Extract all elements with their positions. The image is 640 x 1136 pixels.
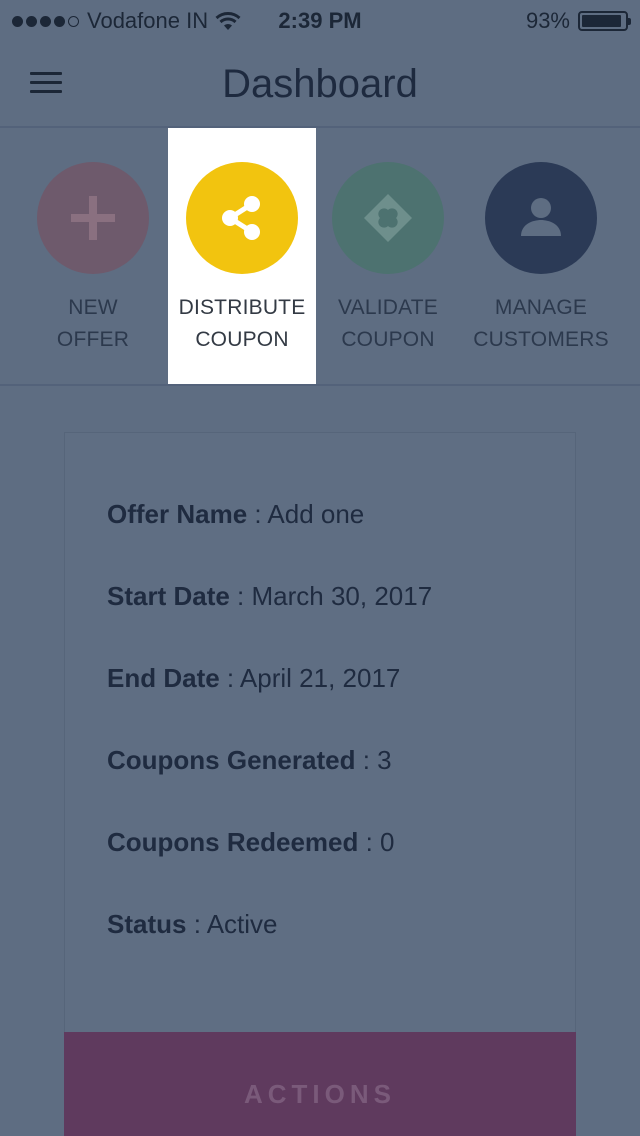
ticket-icon [364, 194, 412, 242]
validate-coupon-button[interactable]: VALIDATE COUPON [316, 128, 460, 384]
quick-actions-row: NEW OFFER DISTRIBUTE COUPON VALIDATE COU… [0, 128, 640, 384]
status-row: Status : Active [107, 909, 278, 940]
new-offer-button[interactable]: NEW OFFER [18, 128, 168, 384]
status-bar: Vodafone IN 2:39 PM 93% [0, 0, 640, 40]
coupons-redeemed-row: Coupons Redeemed : 0 [107, 827, 395, 858]
start-date-value: : March 30, 2017 [229, 581, 433, 611]
manage-customers-label-line2: CUSTOMERS [473, 328, 609, 351]
distribute-coupon-label-line2: COUPON [195, 328, 289, 351]
new-offer-label-line1: NEW [68, 296, 118, 319]
offer-name-row: Offer Name : Add one [107, 499, 364, 530]
manage-customers-circle [485, 162, 597, 274]
validate-coupon-circle [332, 162, 444, 274]
battery-percent: 93% [525, 8, 570, 33]
coupons-redeemed-value: : 0 [358, 827, 395, 857]
end-date-value: : April 21, 2017 [219, 663, 401, 693]
new-offer-label-line2: OFFER [56, 328, 130, 351]
end-date-row: End Date : April 21, 2017 [107, 663, 400, 694]
distribute-coupon-label-line1: DISTRIBUTE [178, 296, 306, 319]
manage-customers-label-line1: MANAGE [494, 296, 588, 319]
actions-divider [0, 384, 640, 386]
share-icon [222, 196, 260, 240]
actions-button[interactable]: ACTIONS [64, 1032, 576, 1136]
new-offer-circle [37, 162, 149, 274]
validate-coupon-label-line1: VALIDATE [337, 296, 439, 319]
offer-name-label: Offer Name [107, 499, 248, 529]
coupons-redeemed-label: Coupons Redeemed [107, 827, 359, 857]
offer-name-value: : Add one [247, 499, 365, 529]
manage-customers-button[interactable]: MANAGE CUSTOMERS [466, 128, 616, 384]
battery-icon [578, 11, 631, 31]
status-value: : Active [186, 909, 278, 939]
start-date-row: Start Date : March 30, 2017 [107, 581, 432, 612]
coupons-generated-label: Coupons Generated [107, 745, 356, 775]
distribute-coupon-button[interactable]: DISTRIBUTE COUPON [168, 128, 316, 384]
plus-icon [71, 196, 115, 240]
app-header: Dashboard [0, 40, 640, 126]
end-date-label: End Date [107, 663, 220, 693]
distribute-coupon-circle [186, 162, 298, 274]
start-date-label: Start Date [107, 581, 230, 611]
validate-coupon-label-line2: COUPON [341, 328, 435, 351]
status-label: Status [107, 909, 187, 939]
person-icon [521, 198, 561, 236]
coupons-generated-row: Coupons Generated : 3 [107, 745, 392, 776]
offer-card: Offer Name : Add one Start Date : March … [64, 432, 576, 1136]
coupons-generated-value: : 3 [355, 745, 392, 775]
page-title: Dashboard [222, 62, 418, 106]
